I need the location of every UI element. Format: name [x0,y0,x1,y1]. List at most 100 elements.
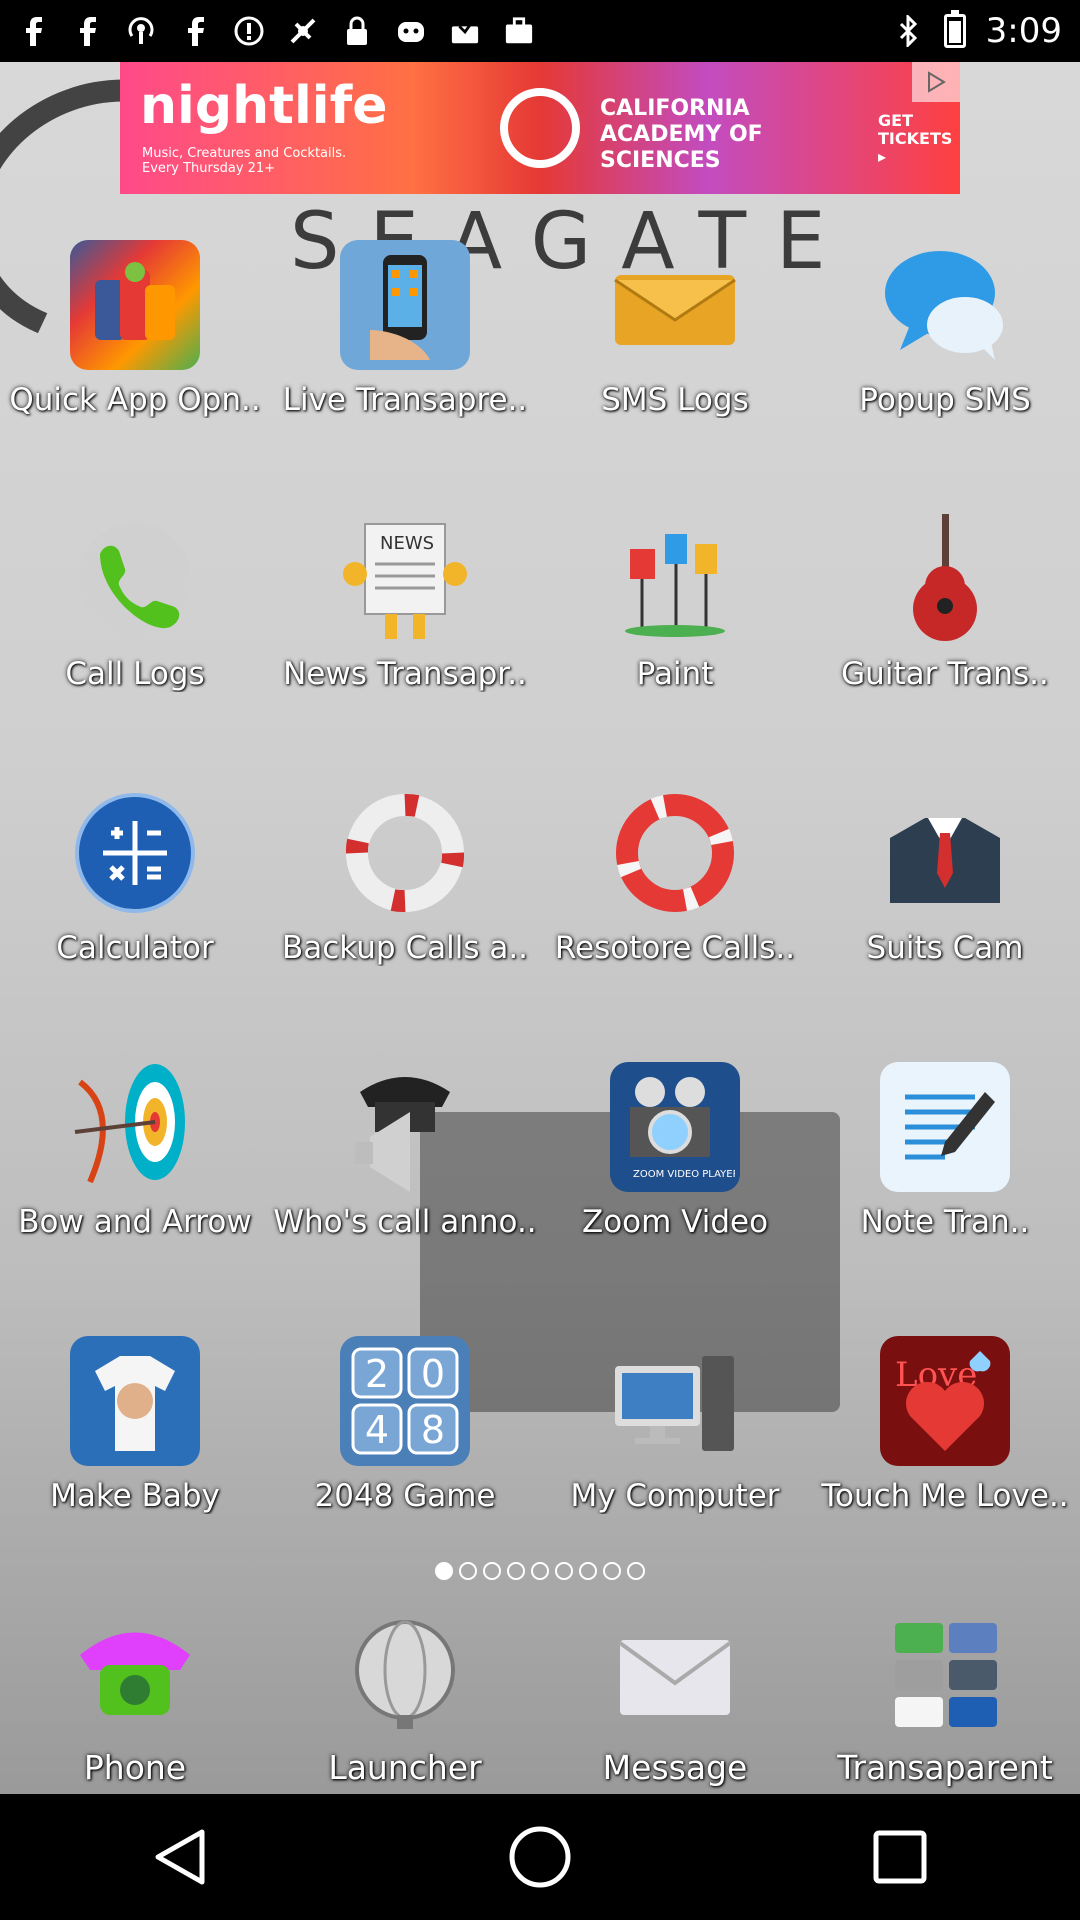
home-button[interactable] [500,1817,580,1897]
app-label: News Transapr.. [283,656,527,692]
inbox-icon [450,16,480,46]
status-bar: 3:09 [0,0,1080,62]
app-note-transparent[interactable]: Note Tran.. [810,1052,1080,1252]
ad-subtitle: Music, Creatures and Cocktails. Every Th… [142,146,347,176]
ad-org: CALIFORNIA ACADEMY OF SCIENCES [600,96,763,173]
suit-icon [880,788,1010,918]
app-restore-calls[interactable]: Resotore Calls.. [540,778,810,978]
svg-text:8: 8 [421,1408,445,1452]
phone-icon [70,1610,200,1740]
page-indicator[interactable] [0,1562,1080,1580]
battery-icon [943,10,966,48]
svg-text:4: 4 [365,1408,389,1452]
page-dot[interactable] [459,1562,477,1580]
paint-icon [610,514,740,644]
app-zoom-video[interactable]: ZOOM VIDEO PLAYER Zoom Video [540,1052,810,1252]
dock-label: Transaparent [837,1748,1053,1787]
info-icon [234,16,264,46]
briefcase-icon [504,16,534,46]
svg-text:2: 2 [365,1352,389,1396]
app-2048-game[interactable]: 2048 2048 Game [270,1326,540,1526]
navigation-bar [0,1794,1080,1920]
page-dot-active[interactable] [435,1562,453,1580]
sun-logo-icon [500,88,580,168]
app-suits-cam[interactable]: Suits Cam [810,778,1080,978]
computer-icon [610,1336,740,1466]
app-label: SMS Logs [601,382,749,418]
page-dot[interactable] [627,1562,645,1580]
svg-text:0: 0 [421,1352,445,1396]
dock-phone[interactable]: Phone [0,1600,270,1790]
lifebuoy-icon [340,788,470,918]
app-bow-and-arrow[interactable]: Bow and Arrow [0,1052,270,1252]
home-icon [509,1826,571,1888]
app-label: Suits Cam [866,930,1024,966]
app-label: Touch Me Love.. [821,1478,1069,1514]
dock-label: Message [602,1748,748,1787]
svg-text:ZOOM VIDEO PLAYER: ZOOM VIDEO PLAYER [633,1169,735,1180]
dock-label: Launcher [328,1748,482,1787]
app-paint[interactable]: Paint [540,504,810,704]
app-label: Zoom Video [581,1204,769,1240]
app-bundle-icon [70,240,200,370]
app-label: Calculator [56,930,214,966]
clock: 3:09 [985,11,1062,51]
back-button[interactable] [140,1817,220,1897]
app-quick-app-opener[interactable]: Quick App Opn.. [0,230,270,430]
envelope-icon [610,1610,740,1740]
game-2048-icon: 2048 [340,1336,470,1466]
app-live-transparent[interactable]: Live Transapre.. [270,230,540,430]
notepad-icon [880,1062,1010,1192]
page-dot[interactable] [603,1562,621,1580]
page-dot[interactable] [483,1562,501,1580]
app-my-computer[interactable]: My Computer [540,1326,810,1526]
app-sms-logs[interactable]: SMS Logs [540,230,810,430]
app-label: Make Baby [50,1478,220,1514]
app-label: Call Logs [65,656,205,692]
app-touch-me-love[interactable]: Love Touch Me Love.. [810,1326,1080,1526]
app-label: Popup SMS [859,382,1031,418]
globe-icon [340,1610,470,1740]
love-icon: Love [880,1336,1010,1466]
page-dot[interactable] [555,1562,573,1580]
recents-button[interactable] [860,1817,940,1897]
envelope-icon [610,240,740,370]
telephone-speaker-icon [340,1062,470,1192]
app-label: Resotore Calls.. [554,930,796,966]
facebook-icon [180,16,210,46]
app-label: Guitar Trans.. [841,656,1049,692]
grid-icon [880,1610,1010,1740]
dock-launcher[interactable]: Launcher [270,1600,540,1790]
baby-shirt-icon [70,1336,200,1466]
app-label: Paint [636,656,714,692]
page-dot[interactable] [531,1562,549,1580]
app-label: Bow and Arrow [18,1204,252,1240]
app-call-logs[interactable]: Call Logs [0,504,270,704]
phone-hand-icon [340,240,470,370]
lifebuoy-icon [610,788,740,918]
app-news-transparent[interactable]: NEWS News Transapr.. [270,504,540,704]
app-label: 2048 Game [314,1478,496,1514]
dock-message[interactable]: Message [540,1600,810,1790]
ad-banner[interactable]: nightlife Music, Creatures and Cocktails… [120,62,960,194]
recents-icon [873,1830,927,1884]
app-popup-sms[interactable]: Popup SMS [810,230,1080,430]
app-label: My Computer [570,1478,780,1514]
app-make-baby[interactable]: Make Baby [0,1326,270,1526]
app-calculator[interactable]: Calculator [0,778,270,978]
dock-transparent[interactable]: Transaparent [810,1600,1080,1790]
target-icon [70,1062,200,1192]
facebook-icon [72,16,102,46]
ad-choices-icon[interactable] [912,62,960,102]
app-backup-calls[interactable]: Backup Calls a.. [270,778,540,978]
ad-cta-button[interactable]: GET TICKETS ▸ [878,112,952,166]
ad-title: nightlife [140,76,388,136]
page-dot[interactable] [507,1562,525,1580]
page-dot[interactable] [579,1562,597,1580]
app-guitar-transparent[interactable]: Guitar Trans.. [810,504,1080,704]
bluetooth-icon [894,15,924,47]
fake-gps-icon [288,16,318,46]
app-whos-call-announcer[interactable]: Who's call anno.. [270,1052,540,1252]
back-icon [155,1829,205,1885]
app-label: Quick App Opn.. [9,382,261,418]
